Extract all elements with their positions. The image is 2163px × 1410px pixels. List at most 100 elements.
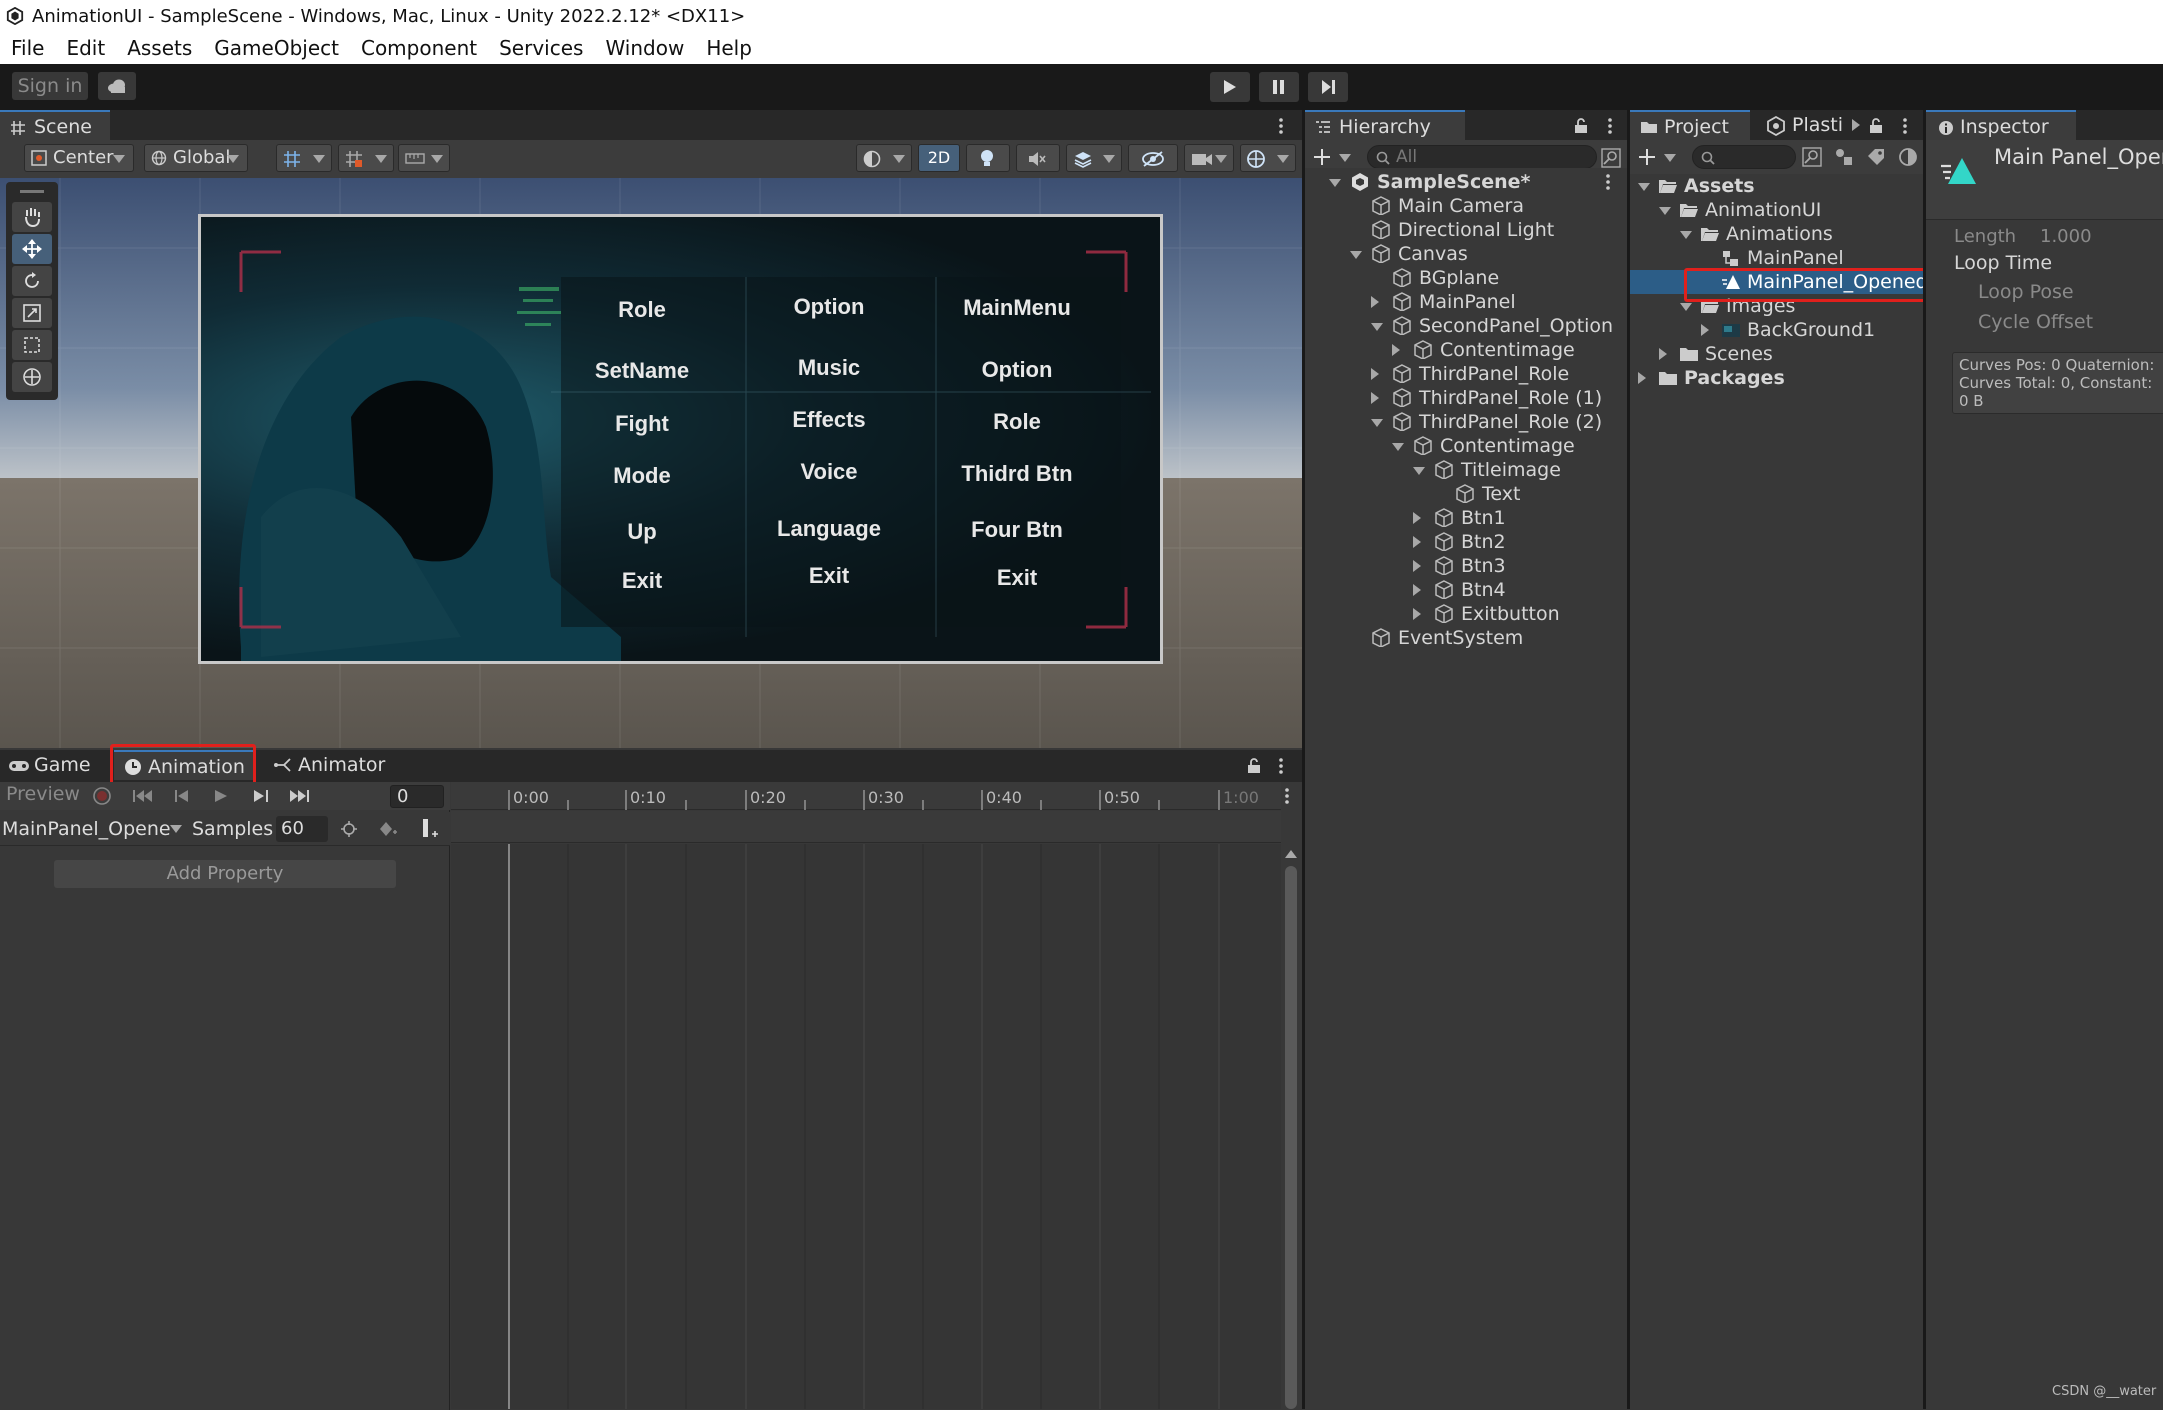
chevron-right-icon[interactable] xyxy=(1413,560,1421,572)
pivot-dropdown[interactable]: Center xyxy=(24,144,134,172)
scrollbar-thumb[interactable] xyxy=(1285,866,1297,1409)
scale-tool-button[interactable] xyxy=(12,298,52,328)
hierarchy-item[interactable]: SampleScene* xyxy=(1305,170,1627,194)
record-icon[interactable] xyxy=(92,786,112,806)
project-item[interactable]: BackGround1 xyxy=(1630,318,1923,342)
project-search-input[interactable] xyxy=(1692,145,1796,169)
lock-icon[interactable] xyxy=(1573,118,1589,134)
lock-icon[interactable] xyxy=(1246,758,1262,774)
hierarchy-item[interactable]: Btn1 xyxy=(1305,506,1627,530)
add-event-icon[interactable] xyxy=(378,820,398,838)
pause-button[interactable] xyxy=(1259,72,1299,102)
more-options-icon[interactable] xyxy=(1278,118,1284,134)
rotate-tool-button[interactable] xyxy=(12,266,52,296)
chevron-down-icon[interactable] xyxy=(1371,323,1383,331)
chevron-right-icon[interactable] xyxy=(1701,324,1709,336)
filter-by-type-icon[interactable] xyxy=(1834,147,1854,167)
shading-mode-dropdown[interactable] xyxy=(856,144,912,172)
create-asset-dropdown[interactable] xyxy=(1636,144,1680,170)
tab-project[interactable]: Project xyxy=(1630,110,1750,140)
hierarchy-search-input[interactable]: All xyxy=(1367,145,1597,169)
scene-viewport[interactable]: Role SetName Fight Mode Up Exit Option M… xyxy=(0,178,1302,748)
loop-time-toggle[interactable]: Loop Time xyxy=(1954,252,2052,274)
chevron-down-icon[interactable] xyxy=(1680,231,1692,239)
chevron-right-icon[interactable] xyxy=(1659,348,1667,360)
more-options-icon[interactable] xyxy=(1607,118,1613,134)
grid-snap-button[interactable] xyxy=(276,144,332,172)
chevron-down-icon[interactable] xyxy=(1371,419,1383,427)
frame-input[interactable]: 0 xyxy=(390,785,444,808)
project-item[interactable]: MainPanel xyxy=(1630,246,1923,270)
lighting-toggle[interactable] xyxy=(966,144,1010,172)
search-by-type-icon[interactable] xyxy=(1802,147,1822,167)
play-icon[interactable] xyxy=(214,789,228,803)
chevron-right-icon[interactable] xyxy=(1392,344,1400,356)
more-options-icon[interactable] xyxy=(1902,118,1908,134)
menu-help[interactable]: Help xyxy=(695,34,763,64)
chevron-right-icon[interactable] xyxy=(1371,296,1379,308)
hierarchy-item[interactable]: Contentimage xyxy=(1305,338,1627,362)
chevron-right-icon[interactable] xyxy=(1371,368,1379,380)
hierarchy-item[interactable]: Canvas xyxy=(1305,242,1627,266)
chevron-right-icon[interactable] xyxy=(1413,608,1421,620)
ruler-button[interactable] xyxy=(398,144,450,172)
step-button[interactable] xyxy=(1308,72,1348,102)
tab-inspector[interactable]: Inspector xyxy=(1926,110,2076,140)
tab-plastic[interactable]: Plasti xyxy=(1758,110,1852,140)
menu-assets[interactable]: Assets xyxy=(116,34,203,64)
timeline-vertical-scrollbar[interactable] xyxy=(1281,844,1301,1409)
more-options-icon[interactable] xyxy=(1284,788,1290,804)
loop-pose-toggle[interactable]: Loop Pose xyxy=(1978,281,2074,303)
hierarchy-item[interactable]: ThirdPanel_Role (1) xyxy=(1305,386,1627,410)
lock-icon[interactable] xyxy=(1868,118,1884,134)
hierarchy-item[interactable]: BGplane xyxy=(1305,266,1627,290)
audio-toggle[interactable] xyxy=(1016,144,1060,172)
first-keyframe-icon[interactable] xyxy=(132,789,154,803)
chevron-right-icon[interactable] xyxy=(1413,536,1421,548)
add-marker-icon[interactable] xyxy=(420,818,440,840)
hand-tool-button[interactable] xyxy=(12,202,52,232)
hierarchy-item[interactable]: Titleimage xyxy=(1305,458,1627,482)
timeline-ruler[interactable]: 0:00 0:10 0:20 0:30 0:40 0:50 1:00 xyxy=(451,782,1281,810)
tab-game[interactable]: Game xyxy=(0,750,110,780)
chevron-down-icon[interactable] xyxy=(1638,183,1650,191)
project-item[interactable]: Scenes xyxy=(1630,342,1923,366)
tab-animator[interactable]: Animator xyxy=(266,750,406,780)
next-keyframe-icon[interactable] xyxy=(252,789,270,803)
hierarchy-item[interactable]: EventSystem xyxy=(1305,626,1627,650)
rect-tool-button[interactable] xyxy=(12,330,52,360)
gizmos-dropdown[interactable] xyxy=(1240,144,1296,172)
chevron-down-icon[interactable] xyxy=(1329,179,1341,187)
hierarchy-item[interactable]: Main Camera xyxy=(1305,194,1627,218)
dopesheet-area[interactable] xyxy=(451,844,1281,1409)
last-keyframe-icon[interactable] xyxy=(288,789,312,803)
hierarchy-item[interactable]: Text xyxy=(1305,482,1627,506)
project-item[interactable]: Packages xyxy=(1630,366,1923,390)
chevron-down-icon[interactable] xyxy=(1659,207,1671,215)
mode-2d-toggle[interactable]: 2D xyxy=(918,144,960,172)
cycle-offset-field[interactable]: Cycle Offset xyxy=(1978,311,2093,333)
chevron-right-icon[interactable] xyxy=(1413,512,1421,524)
chevron-right-icon[interactable] xyxy=(1371,392,1379,404)
play-button[interactable] xyxy=(1210,72,1250,102)
move-tool-button[interactable] xyxy=(12,234,52,264)
hierarchy-item[interactable]: Btn3 xyxy=(1305,554,1627,578)
project-item[interactable]: AnimationUI xyxy=(1630,198,1923,222)
chevron-down-icon[interactable] xyxy=(1392,443,1404,451)
hidden-packages-icon[interactable] xyxy=(1898,147,1918,167)
more-options-icon[interactable] xyxy=(1605,174,1625,194)
transform-tool-button[interactable] xyxy=(12,362,52,392)
event-track[interactable] xyxy=(451,811,1281,843)
chevron-down-icon[interactable] xyxy=(1413,467,1425,475)
menu-component[interactable]: Component xyxy=(350,34,488,64)
hierarchy-item[interactable]: ThirdPanel_Role (2) xyxy=(1305,410,1627,434)
menu-edit[interactable]: Edit xyxy=(55,34,116,64)
hierarchy-item[interactable]: Exitbutton xyxy=(1305,602,1627,626)
chevron-right-icon[interactable] xyxy=(1413,584,1421,596)
hidden-objects-toggle[interactable] xyxy=(1128,144,1178,172)
chevron-down-icon[interactable] xyxy=(1350,251,1362,259)
hierarchy-item[interactable]: Btn2 xyxy=(1305,530,1627,554)
project-item[interactable]: Animations xyxy=(1630,222,1923,246)
menu-window[interactable]: Window xyxy=(594,34,695,64)
hierarchy-item[interactable]: Btn4 xyxy=(1305,578,1627,602)
